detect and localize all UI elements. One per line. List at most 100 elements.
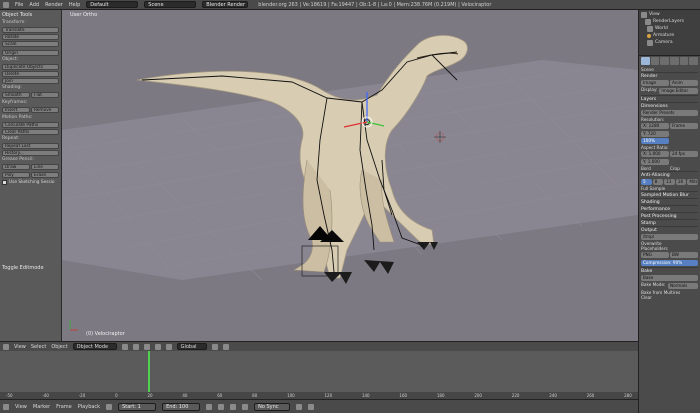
viewport-canvas[interactable] [62,10,638,341]
repeat-last-button[interactable]: Repeat Last [2,143,59,149]
start-frame-field[interactable]: Start: 1 [118,402,157,411]
object-tools-header[interactable]: Object Tools [2,12,59,19]
translate-manip-icon[interactable] [154,343,161,350]
fps-selector[interactable]: 24 fps [670,151,698,157]
motion-blur-panel-header[interactable]: Sampled Motion Blur [641,191,698,198]
aspect-y-field[interactable]: Y: 1.000 [641,159,669,165]
flat-button[interactable]: Flat [31,92,59,98]
toggle-editmode-header[interactable]: Toggle Editmode [2,265,59,272]
clear-paths-button[interactable]: Clear Paths [2,129,59,135]
line-button[interactable]: Line [31,164,59,170]
play-icon[interactable] [230,403,237,410]
bake-panel-header[interactable]: Bake [641,267,698,274]
render-presets-selector[interactable]: Render Presets [641,110,698,116]
color-mode-bw[interactable]: BW [670,252,698,258]
border-checkbox[interactable]: Bord [641,166,669,171]
stamp-panel-header[interactable]: Stamp [641,219,698,226]
menu-object[interactable]: Object [51,344,67,350]
properties-editor[interactable]: Scene Render Image Anim Display: Image E… [639,56,700,301]
3d-viewport[interactable]: User Ortho (0) Velociraptor [62,10,638,341]
poly-button[interactable]: Poly [2,172,30,178]
scale-button[interactable]: Scale [2,41,59,47]
history-button[interactable]: History... [2,150,59,156]
shading-mode-icon[interactable] [121,343,128,350]
shading-panel-header[interactable]: Shading [641,198,698,205]
draw-button[interactable]: Draw [2,164,30,170]
bake-button[interactable]: Bake [641,275,698,281]
end-frame-field[interactable]: End: 100 [162,402,201,411]
render-tab-icon[interactable] [641,57,650,65]
editor-type-icon[interactable] [3,1,9,8]
menu-view[interactable]: View [14,344,26,350]
outliner-item[interactable]: Armature [641,32,698,39]
layout-selector[interactable]: Default [86,1,139,8]
modifiers-tab-icon[interactable] [689,57,699,65]
anti-aliasing-panel-header[interactable]: Anti-Aliasing [641,171,698,178]
remove-keyframe-button[interactable]: Remove [31,107,59,113]
join-button[interactable]: Join [2,78,59,84]
layers-icon[interactable] [211,343,218,350]
editor-type-icon[interactable] [3,343,9,350]
menu-file[interactable]: File [15,2,23,8]
record-icon[interactable] [296,403,303,410]
layers-panel-header[interactable]: Layers [641,95,698,102]
resolution-percent-field[interactable]: 100% [641,138,669,144]
menu-help[interactable]: Help [69,2,80,8]
smooth-button[interactable]: Smooth [2,92,30,98]
play-reverse-icon[interactable] [218,403,225,410]
display-selector[interactable]: Image Editor [659,88,698,94]
frame-ruler[interactable]: -50 -40 -20 0 20 40 60 80 100 120 140 16… [0,392,638,399]
menu-playback[interactable]: Playback [78,404,100,410]
insert-keyframe-button[interactable]: Insert [2,107,30,113]
translate-button[interactable]: Translate [2,27,59,33]
aa-samples-11[interactable]: 11 [664,179,675,185]
outliner-item[interactable]: RenderLayers [641,18,698,25]
performance-panel-header[interactable]: Performance [641,205,698,212]
bake-mode-selector[interactable]: Normals [668,283,698,289]
menu-frame[interactable]: Frame [56,404,72,410]
sync-selector[interactable]: No Sync [254,402,291,411]
menu-add[interactable]: Add [29,2,39,8]
post-processing-panel-header[interactable]: Post Processing [641,212,698,219]
menu-marker[interactable]: Marker [33,404,50,410]
render-engine-selector[interactable]: Blender Render [202,1,249,8]
menu-view[interactable]: View [15,404,27,410]
outliner-item[interactable]: Camera [641,39,698,46]
resolution-x-field[interactable]: X: 1280 [641,123,669,129]
output-panel-header[interactable]: Output [641,226,698,233]
dimensions-panel-header[interactable]: Dimensions [641,102,698,109]
aspect-x-field[interactable]: X: 1.000 [641,151,669,157]
render-anim-button[interactable]: Anim [670,80,698,86]
origin-button[interactable]: Origin [2,50,59,56]
file-format-selector[interactable]: PNG [641,252,669,258]
resolution-y-field[interactable]: Y: 720 [641,131,669,137]
aa-samples-8[interactable]: 8 [652,179,664,185]
aa-samples-5[interactable]: 5 [641,179,652,185]
preview-range-icon[interactable] [106,403,113,410]
clear-checkbox[interactable]: Clear [641,295,698,300]
render-image-button[interactable]: Image [641,80,669,86]
keying-set-icon[interactable] [308,403,315,410]
snap-icon[interactable] [222,343,229,350]
constraints-tab-icon[interactable] [679,57,689,65]
duplicate-objects-button[interactable]: Duplicate Objects [2,64,59,70]
crop-checkbox[interactable]: Crop [670,166,698,171]
rotate-manip-icon[interactable] [165,343,172,350]
world-tab-icon[interactable] [660,57,670,65]
editor-type-icon[interactable] [3,403,9,410]
render-panel-header[interactable]: Render [641,72,698,79]
rotate-button[interactable]: Rotate [2,34,59,40]
delete-button[interactable]: Delete [2,71,59,77]
compression-slider[interactable]: Compression: 90% [641,260,698,266]
calculate-paths-button[interactable]: Calculate Paths [2,122,59,128]
jump-start-icon[interactable] [206,403,213,410]
pivot-point-icon[interactable] [132,343,139,350]
object-tab-icon[interactable] [670,57,679,65]
outliner[interactable]: View RenderLayers World Armature Camera [639,10,700,56]
mode-selector[interactable]: Object Mode [72,343,117,350]
menu-render[interactable]: Render [45,2,63,8]
scene-selector[interactable]: Scene [144,1,197,8]
erase-button[interactable]: Erase [31,172,59,178]
sketching-session-checkbox[interactable]: Use Sketching Sessio [2,180,59,185]
aa-samples-16[interactable]: 16 [675,179,687,185]
